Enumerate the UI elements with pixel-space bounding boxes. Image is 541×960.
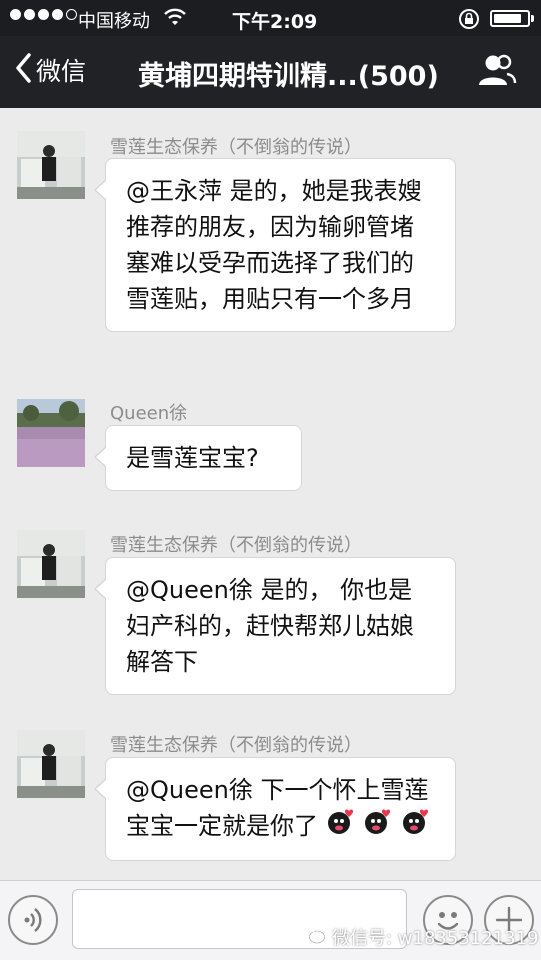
sender-name: 雪莲生态保养（不倒翁的传说）	[110, 137, 362, 158]
watermark: 微信号: w18353121319	[300, 923, 538, 950]
message-bubble[interactable]: @Queen徐 下一个怀上雪莲宝宝一定就是你了	[94, 757, 456, 861]
sender-name: Queen徐	[110, 403, 188, 424]
message-text: @Queen徐 是的， 你也是妇产科的，赶快帮郑儿姑娘解答下	[126, 576, 414, 676]
group-members-icon	[476, 54, 518, 92]
battery-tip	[531, 15, 534, 22]
message-text: @王永萍 是的，她是我表嫂推荐的朋友，因为输卵管堵塞难以受孕而选择了我们的雪莲贴…	[126, 177, 422, 313]
status-bar: 中国移动 下午2:09	[0, 0, 541, 36]
avatar[interactable]	[17, 399, 85, 467]
message-bubble[interactable]: 是雪莲宝宝?	[94, 425, 302, 491]
kiss-emoji-icon	[326, 808, 356, 846]
avatar[interactable]	[17, 530, 85, 598]
sender-name: 雪莲生态保养（不倒翁的传说）	[110, 735, 362, 756]
back-button[interactable]: 微信	[14, 52, 86, 88]
battery-icon	[490, 10, 530, 27]
voice-button[interactable]	[8, 895, 58, 945]
kiss-emoji-icon	[401, 808, 431, 846]
kiss-emoji-icon	[363, 808, 393, 846]
back-label: 微信	[36, 57, 87, 86]
chat-messages[interactable]: 雪莲生态保养（不倒翁的传说） @王永萍 是的，她是我表嫂推荐的朋友，因为输卵管堵…	[0, 108, 541, 880]
message-bubble[interactable]: @Queen徐 是的， 你也是妇产科的，赶快帮郑儿姑娘解答下	[94, 557, 456, 695]
chevron-left-icon	[14, 52, 32, 88]
signal-strength-icon	[10, 9, 77, 20]
message-text: 是雪莲宝宝?	[126, 444, 259, 472]
sender-name: 雪莲生态保养（不倒翁的传说）	[110, 535, 362, 556]
watermark-text: 微信号: w18353121319	[332, 927, 539, 949]
group-members-button[interactable]	[476, 52, 518, 92]
nav-bar: 微信 黄埔四期特训精...(500)	[0, 36, 541, 108]
input-bar: 微信号: w18353121319	[0, 880, 541, 960]
avatar[interactable]	[17, 730, 85, 798]
carrier-name: 中国移动	[78, 11, 150, 32]
orientation-lock-icon	[458, 8, 480, 35]
avatar[interactable]	[17, 131, 85, 199]
wechat-logo-icon	[300, 923, 326, 950]
voice-icon	[10, 908, 56, 947]
message-bubble[interactable]: @王永萍 是的，她是我表嫂推荐的朋友，因为输卵管堵塞难以受孕而选择了我们的雪莲贴…	[94, 158, 456, 332]
wifi-icon	[164, 7, 186, 32]
chat-title: 黄埔四期特训精...(500)	[138, 61, 439, 92]
clock: 下午2:09	[232, 11, 318, 33]
